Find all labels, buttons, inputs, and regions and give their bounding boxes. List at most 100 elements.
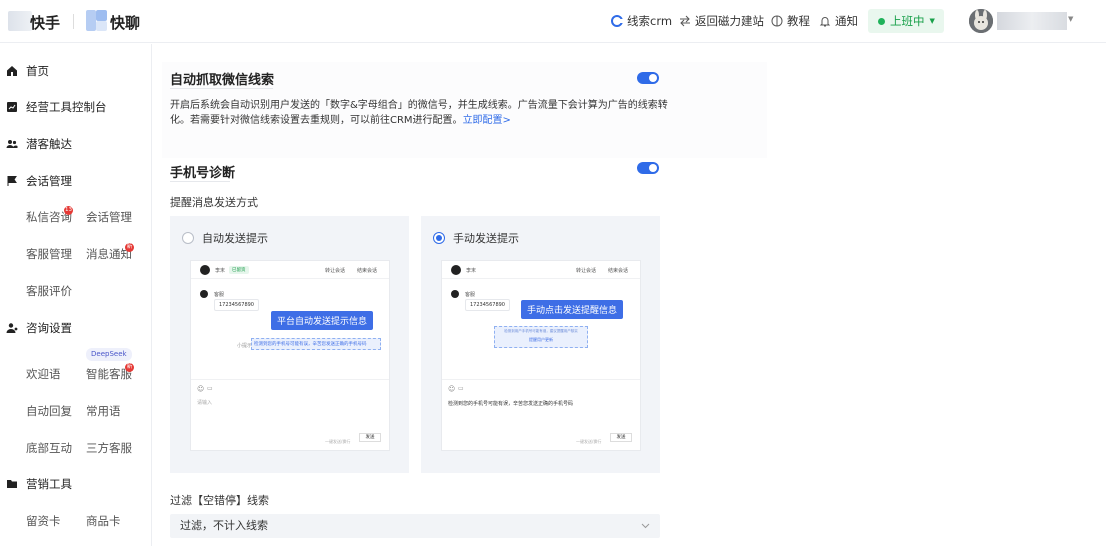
manual-send-option[interactable]: 手动发送提示 李末 转让会话 结束会话 客服 17234567890 手动点击发… <box>421 216 660 473</box>
preview-hint-prefix: 小提示 <box>237 343 253 349</box>
console-icon <box>7 102 17 112</box>
tiktok-avatar-icon <box>200 265 210 275</box>
sidebar-sub-cs-eval[interactable]: 客服评价 <box>26 283 72 299</box>
preview-input-hint: 检测到您的手机号可能有误，辛苦您发送正确的手机号码 <box>448 401 574 407</box>
bell-icon <box>819 17 831 27</box>
auto-callout: 平台自动发送提示信息 <box>271 311 374 330</box>
sidebar-item-console[interactable]: 经营工具控制台 <box>6 99 107 115</box>
sidebar-sub-common-phrases[interactable]: 常用语 <box>86 403 121 419</box>
nav-notify[interactable]: 通知 <box>819 13 858 29</box>
nav-crm-label: 线索crm <box>627 14 673 28</box>
manual-send-preview: 李末 转让会话 结束会话 客服 17234567890 手动点击发送提醒信息 检… <box>441 260 641 451</box>
kuaishou-logo-blurred <box>8 11 32 31</box>
avatar-image <box>969 9 993 33</box>
sidebar: 首页 经营工具控制台 潜客触达 会话管理 私信咨询 13 会话管理 客服管理 消… <box>0 44 152 546</box>
filter-select-value: 过滤，不计入线索 <box>180 519 268 532</box>
manual-hint-box: 检测到用户手机号可能有误，建议提醒用户核实 提醒用户更新 <box>494 326 588 348</box>
auto-send-radio-row[interactable]: 自动发送提示 <box>182 230 268 246</box>
kuailiao-logo-icon <box>86 10 107 31</box>
phone-section-title: 手机号诊断 <box>170 166 236 181</box>
filter-select[interactable]: 过滤，不计入线索 <box>170 514 660 538</box>
sidebar-sub-third-cs[interactable]: 三方客服 <box>86 440 132 456</box>
sidebar-sub-cs-mgmt[interactable]: 客服管理 <box>26 246 72 262</box>
wechat-toggle[interactable] <box>637 72 659 84</box>
preview-action-transfer: 转让会话 <box>325 268 346 274</box>
private-msg-count-badge: 13 <box>64 206 73 215</box>
msg-notify-new-badge: 新 <box>125 243 134 252</box>
wechat-section-title: 自动抓取微信线索 <box>170 73 275 88</box>
wechat-description-text: 开启后系统会自动识别用户发送的「数字&字母组合」的微信号，并生成线索。广告流量下… <box>170 100 668 126</box>
emoji-icon: ☺ <box>448 385 456 393</box>
sidebar-marketing-label: 营销工具 <box>26 477 72 491</box>
auto-send-label: 自动发送提示 <box>202 232 268 245</box>
sidebar-sub-welcome[interactable]: 欢迎语 <box>26 366 61 382</box>
top-bar: 快手 快聊 线索crm 返回磁力建站 教程 通知 上班中 ▼ ▼ <box>0 0 1106 43</box>
crm-logo-icon <box>611 15 623 27</box>
auto-send-preview: 李末 已留资 转让会话 结束会话 客服 17234567890 平台自动发送提示… <box>190 260 390 451</box>
nav-tutorial-label: 教程 <box>787 14 810 28</box>
user-menu-caret-icon[interactable]: ▼ <box>1068 15 1073 23</box>
sidebar-item-consult-settings[interactable]: 咨询设置 <box>6 320 72 336</box>
sidebar-sub-bottom-interact[interactable]: 底部互动 <box>26 440 72 456</box>
nav-back-to-site[interactable]: 返回磁力建站 <box>679 13 764 29</box>
user-avatar[interactable] <box>969 9 993 33</box>
reminder-method-label: 提醒消息发送方式 <box>170 196 258 209</box>
chevron-down-icon <box>641 523 650 529</box>
preview-action-end: 结束会话 <box>608 268 629 274</box>
emoji-icon: ☺ <box>197 385 205 393</box>
manual-hint-line1: 检测到用户手机号可能有误，建议提醒用户核实 <box>504 329 578 333</box>
sidebar-prospect-label: 潜客触达 <box>26 137 72 151</box>
brand-kuaishou[interactable]: 快手 <box>30 12 60 33</box>
configure-link[interactable]: 立即配置> <box>463 115 511 126</box>
folder-icon <box>7 480 17 488</box>
caret-down-icon: ▼ <box>929 17 935 25</box>
sidebar-item-home[interactable]: 首页 <box>6 63 49 79</box>
auto-send-option[interactable]: 自动发送提示 李末 已留资 转让会话 结束会话 客服 17234567890 平… <box>170 216 409 473</box>
nav-notify-label: 通知 <box>835 14 858 28</box>
sidebar-sub-auto-reply[interactable]: 自动回复 <box>26 403 72 419</box>
preview-tag: 已留资 <box>229 266 249 274</box>
preview-action-end: 结束会话 <box>357 268 378 274</box>
preview-divider <box>442 379 640 380</box>
tutorial-icon <box>771 15 783 27</box>
sidebar-sub-lead-card[interactable]: 留资卡 <box>26 513 61 529</box>
user-settings-icon <box>6 323 18 333</box>
sidebar-item-marketing[interactable]: 营销工具 <box>6 476 72 492</box>
preview-send-hint: 一键发送/换行 <box>576 439 602 444</box>
sidebar-consult-label: 咨询设置 <box>26 321 72 335</box>
manual-send-label: 手动发送提示 <box>453 232 519 245</box>
sidebar-sub-session[interactable]: 会话管理 <box>86 209 132 225</box>
manual-send-radio[interactable] <box>433 232 445 244</box>
wechat-title-underline <box>170 88 273 89</box>
preview-phone-bubble: 17234567890 <box>214 299 259 311</box>
brand-kuailiao[interactable]: 快聊 <box>110 12 140 33</box>
main-content: 自动抓取微信线索 开启后系统会自动识别用户发送的「数字&字母组合」的微信号，并生… <box>153 44 1106 546</box>
nav-crm[interactable]: 线索crm <box>611 13 672 29</box>
chat-avatar-icon <box>451 290 459 298</box>
manual-callout: 手动点击发送提醒信息 <box>521 300 624 319</box>
username-blurred <box>997 12 1067 30</box>
flag-icon <box>7 176 17 186</box>
sidebar-item-session-mgmt[interactable]: 会话管理 <box>6 173 72 189</box>
swap-arrows-icon <box>680 15 690 27</box>
phone-toggle[interactable] <box>637 162 659 174</box>
work-status-dropdown[interactable]: 上班中 ▼ <box>868 9 944 33</box>
sidebar-sub-product-card[interactable]: 商品卡 <box>86 513 121 529</box>
sidebar-console-label: 经营工具控制台 <box>26 100 107 114</box>
sidebar-item-prospect[interactable]: 潜客触达 <box>6 136 72 152</box>
preview-header: 李末 转让会话 结束会话 <box>442 261 640 279</box>
manual-hint-line2: 提醒用户更新 <box>529 337 553 342</box>
preview-bubble-label: 客服 <box>214 292 225 298</box>
manual-send-radio-row[interactable]: 手动发送提示 <box>433 230 519 246</box>
sidebar-home-label: 首页 <box>26 64 49 78</box>
nav-tutorial[interactable]: 教程 <box>771 13 810 29</box>
tiktok-avatar-icon <box>451 265 461 275</box>
sidebar-session-label: 会话管理 <box>26 174 72 188</box>
preview-bubble-label: 客服 <box>465 292 476 298</box>
preview-send-hint: 一键发送/换行 <box>325 439 351 444</box>
preview-phone-bubble: 17234567890 <box>465 299 510 311</box>
auto-send-radio[interactable] <box>182 232 194 244</box>
preview-divider <box>191 379 389 380</box>
preview-header: 李末 已留资 转让会话 结束会话 <box>191 261 389 279</box>
folder-small-icon: ▭ <box>458 385 464 392</box>
